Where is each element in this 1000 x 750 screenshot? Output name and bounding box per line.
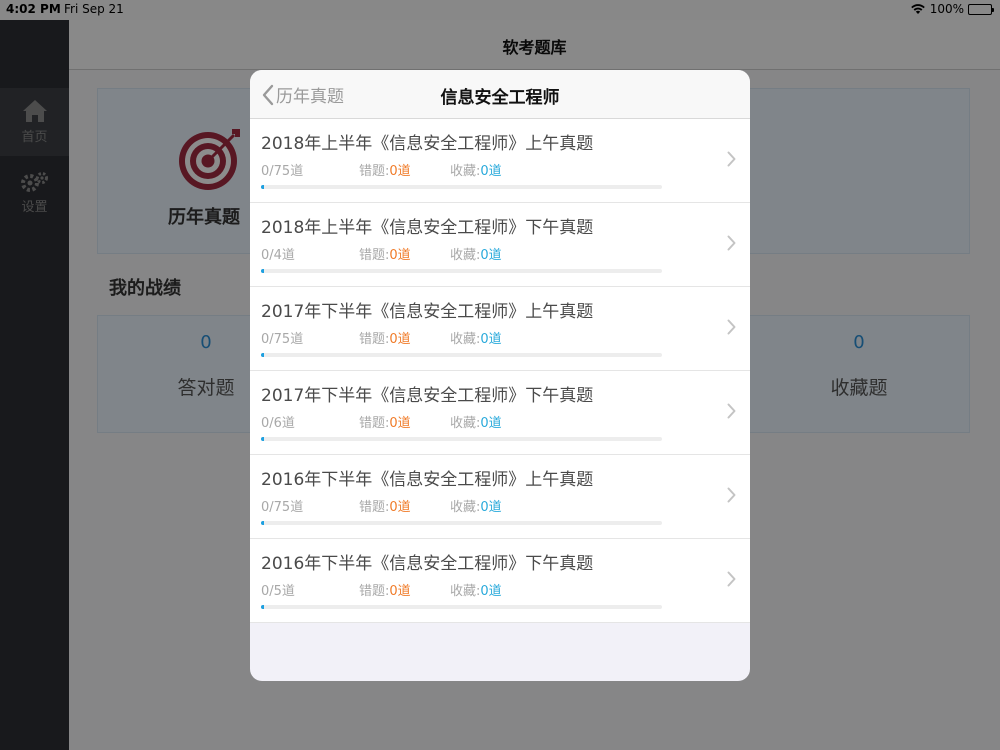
chevron-right-icon — [727, 319, 736, 335]
progress-fill — [261, 521, 264, 525]
exam-title: 2018年上半年《信息安全工程师》上午真题 — [261, 134, 594, 154]
exam-wrong-count: 错题:0道 — [359, 160, 411, 179]
exam-row[interactable]: 2018年上半年《信息安全工程师》下午真题 0/4道 错题:0道 收藏:0道 — [250, 203, 750, 287]
progress-fill — [261, 437, 264, 441]
exam-wrong-count: 错题:0道 — [359, 496, 411, 515]
fav-value: 0道 — [480, 584, 502, 599]
exam-title: 2018年上半年《信息安全工程师》下午真题 — [261, 218, 594, 238]
exam-row[interactable]: 2016年下半年《信息安全工程师》下午真题 0/5道 错题:0道 收藏:0道 — [250, 539, 750, 623]
exam-title: 2017年下半年《信息安全工程师》下午真题 — [261, 386, 594, 406]
wrong-label: 错题: — [359, 584, 390, 599]
wrong-label: 错题: — [359, 500, 390, 515]
exam-fav-count: 收藏:0道 — [450, 580, 502, 599]
fav-label: 收藏: — [450, 248, 481, 263]
progress-bar — [261, 185, 662, 189]
chevron-right-icon — [727, 571, 736, 587]
exam-wrong-count: 错题:0道 — [359, 412, 411, 431]
progress-bar — [261, 605, 662, 609]
wrong-value: 0道 — [389, 164, 411, 179]
wrong-value: 0道 — [389, 500, 411, 515]
progress-fill — [261, 605, 264, 609]
exam-list: 2018年上半年《信息安全工程师》上午真题 0/75道 错题:0道 收藏:0道 … — [250, 119, 750, 623]
exam-row[interactable]: 2017年下半年《信息安全工程师》下午真题 0/6道 错题:0道 收藏:0道 — [250, 371, 750, 455]
exam-progress-text: 0/75道 — [261, 164, 304, 179]
exam-fav-count: 收藏:0道 — [450, 496, 502, 515]
exam-title: 2016年下半年《信息安全工程师》上午真题 — [261, 470, 594, 490]
chevron-right-icon — [727, 487, 736, 503]
progress-bar — [261, 521, 662, 525]
wrong-value: 0道 — [389, 248, 411, 263]
exam-progress-text: 0/4道 — [261, 248, 295, 263]
exam-progress-text: 0/75道 — [261, 500, 304, 515]
exam-title: 2017年下半年《信息安全工程师》上午真题 — [261, 302, 594, 322]
wrong-value: 0道 — [389, 584, 411, 599]
exam-fav-count: 收藏:0道 — [450, 328, 502, 347]
progress-fill — [261, 269, 264, 273]
progress-fill — [261, 185, 264, 189]
fav-value: 0道 — [480, 500, 502, 515]
fav-label: 收藏: — [450, 332, 481, 347]
exam-wrong-count: 错题:0道 — [359, 244, 411, 263]
exam-progress-text: 0/75道 — [261, 332, 304, 347]
progress-bar — [261, 437, 662, 441]
wrong-value: 0道 — [389, 416, 411, 431]
exam-row[interactable]: 2016年下半年《信息安全工程师》上午真题 0/75道 错题:0道 收藏:0道 — [250, 455, 750, 539]
progress-bar — [261, 353, 662, 357]
fav-label: 收藏: — [450, 500, 481, 515]
exam-row[interactable]: 2017年下半年《信息安全工程师》上午真题 0/75道 错题:0道 收藏:0道 — [250, 287, 750, 371]
wrong-label: 错题: — [359, 248, 390, 263]
exam-list-modal: 历年真题 信息安全工程师 2018年上半年《信息安全工程师》上午真题 0/75道… — [250, 70, 750, 681]
exam-progress-text: 0/5道 — [261, 584, 295, 599]
fav-value: 0道 — [480, 416, 502, 431]
fav-label: 收藏: — [450, 164, 481, 179]
chevron-right-icon — [727, 235, 736, 251]
progress-fill — [261, 353, 264, 357]
exam-wrong-count: 错题:0道 — [359, 328, 411, 347]
fav-label: 收藏: — [450, 416, 481, 431]
wrong-label: 错题: — [359, 332, 390, 347]
exam-fav-count: 收藏:0道 — [450, 412, 502, 431]
modal-title: 信息安全工程师 — [440, 88, 560, 108]
chevron-right-icon — [727, 151, 736, 167]
wrong-value: 0道 — [389, 332, 411, 347]
exam-fav-count: 收藏:0道 — [450, 244, 502, 263]
fav-value: 0道 — [480, 332, 502, 347]
wrong-label: 错题: — [359, 416, 390, 431]
exam-progress-text: 0/6道 — [261, 416, 295, 431]
wrong-label: 错题: — [359, 164, 390, 179]
fav-value: 0道 — [480, 164, 502, 179]
modal-header: 历年真题 信息安全工程师 — [250, 70, 750, 119]
exam-row[interactable]: 2018年上半年《信息安全工程师》上午真题 0/75道 错题:0道 收藏:0道 — [250, 119, 750, 203]
progress-bar — [261, 269, 662, 273]
fav-label: 收藏: — [450, 584, 481, 599]
fav-value: 0道 — [480, 248, 502, 263]
chevron-right-icon — [727, 403, 736, 419]
exam-wrong-count: 错题:0道 — [359, 580, 411, 599]
exam-fav-count: 收藏:0道 — [450, 160, 502, 179]
exam-title: 2016年下半年《信息安全工程师》下午真题 — [261, 554, 594, 574]
